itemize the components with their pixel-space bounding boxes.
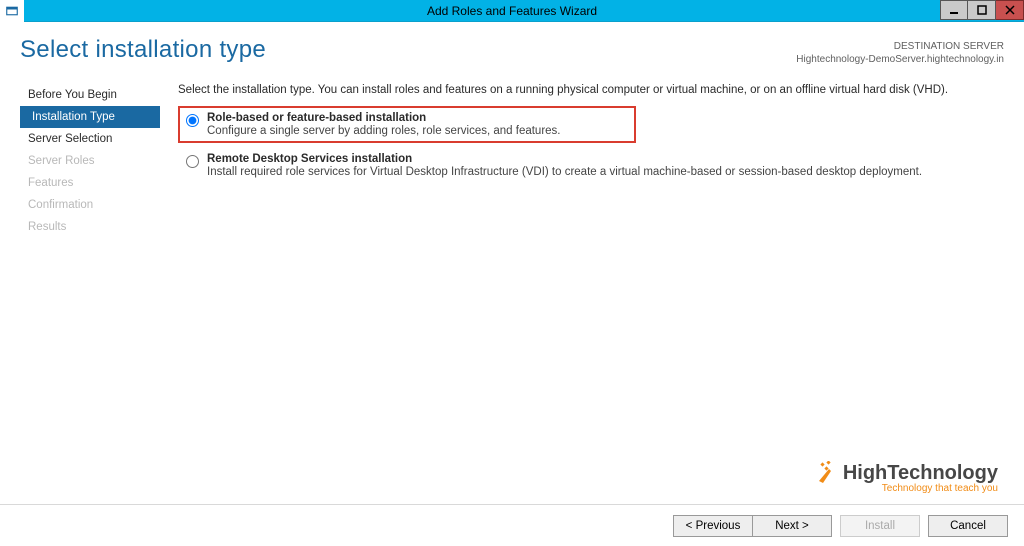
sidebar-step-before-you-begin[interactable]: Before You Begin — [20, 84, 160, 106]
destination-label: DESTINATION SERVER — [796, 40, 1004, 53]
sidebar-step-confirmation: Confirmation — [20, 194, 160, 216]
wizard-footer: < Previous Next > Install Cancel — [0, 504, 1024, 546]
window-icon — [0, 0, 24, 22]
wizard-header: Select installation type DESTINATION SER… — [0, 22, 1024, 70]
logo-tagline: Technology that teach you — [815, 483, 998, 494]
window-controls — [940, 0, 1024, 21]
cancel-button[interactable]: Cancel — [928, 515, 1008, 537]
sidebar-step-installation-type[interactable]: Installation Type — [20, 106, 160, 128]
previous-button[interactable]: < Previous — [673, 515, 753, 537]
close-button[interactable] — [996, 0, 1024, 20]
sidebar-step-results: Results — [20, 216, 160, 238]
option-rds-title: Remote Desktop Services installation — [207, 153, 922, 165]
option-rds-desc: Install required role services for Virtu… — [207, 166, 922, 178]
page-title: Select installation type — [20, 36, 266, 64]
title-bar: Add Roles and Features Wizard — [0, 0, 1024, 22]
watermark-logo: HighTechnology Technology that teach you — [815, 461, 998, 494]
window-title: Add Roles and Features Wizard — [0, 4, 1024, 18]
next-button[interactable]: Next > — [752, 515, 832, 537]
option-role-based-desc: Configure a single server by adding role… — [207, 125, 561, 137]
destination-server-info: DESTINATION SERVER Hightechnology-DemoSe… — [796, 36, 1004, 66]
intro-text: Select the installation type. You can in… — [178, 84, 994, 96]
sidebar-step-server-selection[interactable]: Server Selection — [20, 128, 160, 150]
destination-value: Hightechnology-DemoServer.hightechnology… — [796, 53, 1004, 66]
logo-icon — [815, 461, 839, 485]
maximize-button[interactable] — [968, 0, 996, 20]
option-rds[interactable]: Remote Desktop Services installation Ins… — [178, 147, 994, 184]
radio-rds[interactable] — [186, 155, 199, 168]
sidebar-step-server-roles: Server Roles — [20, 150, 160, 172]
sidebar-step-features: Features — [20, 172, 160, 194]
minimize-button[interactable] — [940, 0, 968, 20]
install-button: Install — [840, 515, 920, 537]
option-role-based[interactable]: Role-based or feature-based installation… — [178, 106, 636, 143]
wizard-main-content: Select the installation type. You can in… — [160, 80, 1024, 238]
option-role-based-title: Role-based or feature-based installation — [207, 112, 561, 124]
wizard-steps-sidebar: Before You Begin Installation Type Serve… — [20, 80, 160, 238]
radio-role-based[interactable] — [186, 114, 199, 127]
logo-text: HighTechnology — [843, 462, 998, 485]
